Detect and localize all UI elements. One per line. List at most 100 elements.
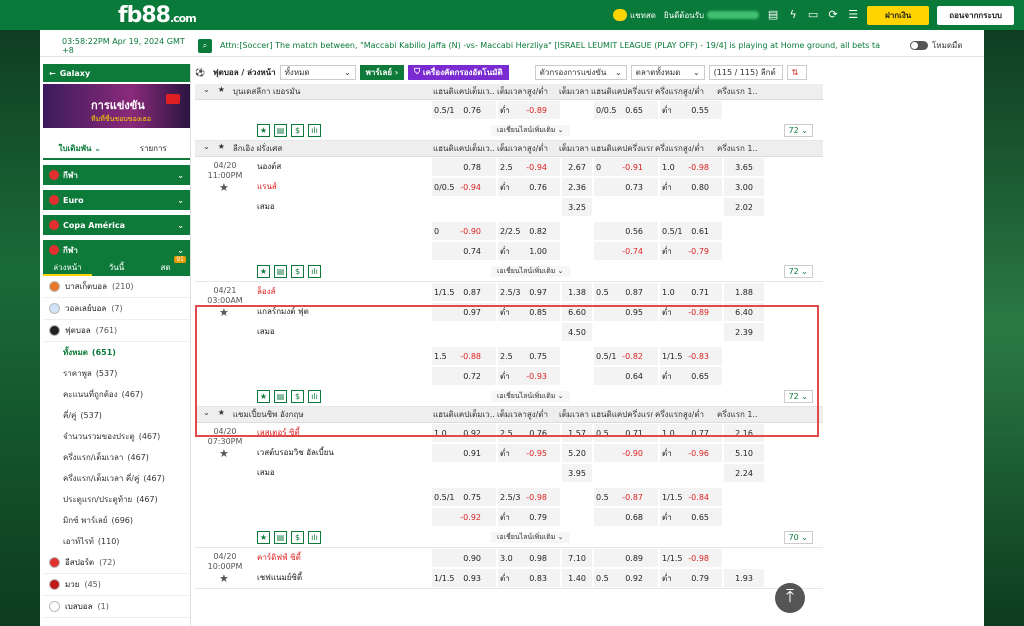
odds-cell[interactable]: 0.5 -0.87 <box>594 488 658 506</box>
odds-value[interactable]: 0.76 <box>460 106 484 115</box>
odds-value[interactable]: 5.20 <box>562 449 592 458</box>
odds-value[interactable]: 0.83 <box>526 574 550 583</box>
odds-cell[interactable]: 1.0 -0.98 <box>660 158 722 176</box>
odds-value[interactable]: 0.75 <box>526 352 550 361</box>
odds-value[interactable]: 0.92 <box>460 429 484 438</box>
odds-value[interactable]: 0.61 <box>688 227 712 236</box>
odds-cell[interactable]: 2.5/3 0.97 <box>498 283 560 301</box>
odds-value[interactable]: 0.87 <box>460 288 484 297</box>
odds-value[interactable]: -0.94 <box>526 163 550 172</box>
odds-cell[interactable]: 1/1.5 -0.83 <box>660 347 722 365</box>
odds-value[interactable]: 6.60 <box>562 308 592 317</box>
odds-cell[interactable] <box>724 347 764 365</box>
scroll-to-top-icon[interactable]: ⤒ <box>775 583 805 613</box>
odds-value[interactable]: 5.10 <box>724 449 764 458</box>
odds-cell[interactable]: 3.65 <box>724 158 764 176</box>
odds-value[interactable]: 0.92 <box>622 574 646 583</box>
cashout-icon[interactable]: $ <box>291 530 304 544</box>
odds-value[interactable]: -0.84 <box>688 493 712 502</box>
odds-cell[interactable]: 0.89 <box>594 549 658 567</box>
odds-cell[interactable]: 0.5 0.71 <box>594 424 658 442</box>
odds-cell[interactable]: 0.95 <box>594 303 658 321</box>
favorite-icon[interactable]: ★ <box>257 389 270 403</box>
sort-icon[interactable]: ⇅ <box>786 64 807 80</box>
league-select[interactable]: (115 / 115) ลีกต์ <box>708 64 783 80</box>
odds-cell[interactable]: 0 -0.91 <box>594 158 658 176</box>
odds-value[interactable]: -0.87 <box>622 493 646 502</box>
team-name[interactable]: เสมอ <box>257 322 431 342</box>
odds-value[interactable]: 1.88 <box>724 288 764 297</box>
odds-cell[interactable]: 2.02 <box>724 198 764 216</box>
odds-cell[interactable]: ต่ำ -0.95 <box>498 444 560 462</box>
odds-value[interactable]: 0.79 <box>526 513 550 522</box>
collapse-chevron-icon[interactable]: ⌄ <box>203 142 210 155</box>
odds-value[interactable]: 0.64 <box>622 372 646 381</box>
odds-cell[interactable]: 0.73 <box>594 178 658 196</box>
team-name[interactable]: เสมอ <box>257 463 431 483</box>
odds-cell[interactable]: ต่ำ 0.85 <box>498 303 560 321</box>
tab-today[interactable]: วันนี้ <box>92 260 141 276</box>
odds-cell[interactable]: 0.72 <box>432 367 496 385</box>
odds-value[interactable]: 0.65 <box>688 372 712 381</box>
odds-cell[interactable]: 1.93 <box>724 569 764 587</box>
chart-icon[interactable]: ılı <box>308 123 321 137</box>
favorite-star-icon[interactable]: ★ <box>219 447 229 460</box>
sport-item[interactable]: เบสบอล (1) <box>43 596 190 618</box>
odds-cell[interactable]: 0.68 <box>594 508 658 526</box>
odds-value[interactable]: 0.80 <box>688 183 712 192</box>
odds-cell[interactable]: 0/0.5 0.65 <box>594 101 658 119</box>
football-subitem[interactable]: คี่/คู่ (537) <box>43 405 190 426</box>
odds-value[interactable]: 3.65 <box>724 163 764 172</box>
odds-cell[interactable]: 1/1.5 0.87 <box>432 283 496 301</box>
galaxy-header[interactable]: ← Galaxy <box>43 64 190 82</box>
market-count-select[interactable]: 72 ⌄ <box>783 264 813 278</box>
statement-icon[interactable]: ▤ <box>767 9 779 21</box>
odds-cell[interactable]: 0 -0.90 <box>432 222 496 240</box>
odds-value[interactable]: 1.38 <box>562 288 592 297</box>
odds-cell[interactable] <box>724 367 764 385</box>
odds-cell[interactable]: 0.74 <box>432 242 496 260</box>
football-subitem[interactable]: จำนวนรวมของประตู (467) <box>43 426 190 447</box>
odds-value[interactable]: 7.10 <box>562 554 592 563</box>
odds-cell[interactable]: 3.0 0.98 <box>498 549 560 567</box>
market-select[interactable]: ตลาดทั้งหมด ⌄ <box>630 64 705 80</box>
odds-value[interactable]: -0.98 <box>688 554 712 563</box>
odds-value[interactable]: 0.77 <box>688 429 712 438</box>
odds-cell[interactable]: ต่ำ -0.79 <box>660 242 722 260</box>
odds-cell[interactable]: 3.95 <box>562 464 592 482</box>
odds-cell[interactable]: 1.0 0.92 <box>432 424 496 442</box>
odds-cell[interactable] <box>660 323 722 341</box>
odds-value[interactable]: -0.83 <box>688 352 712 361</box>
odds-cell[interactable]: 2.24 <box>724 464 764 482</box>
sidebar-category[interactable]: กีฬา ⌄ <box>43 165 190 185</box>
odds-cell[interactable]: 2.67 <box>562 158 592 176</box>
football-subitem[interactable]: มิกซ์ พาร์เลย์ (696) <box>43 510 190 531</box>
football-subitem[interactable]: ทั้งหมด (651) <box>43 342 190 363</box>
odds-cell[interactable]: ต่ำ -0.93 <box>498 367 560 385</box>
odds-value[interactable]: 0.75 <box>460 493 484 502</box>
chart-icon[interactable]: ılı <box>308 389 321 403</box>
favorite-star-icon[interactable]: ★ <box>219 572 229 585</box>
all-select[interactable]: ทั้งหมด ⌄ <box>279 64 356 80</box>
odds-cell[interactable]: 0.56 <box>594 222 658 240</box>
sidebar-category[interactable]: กีฬา ⌄ <box>43 240 190 260</box>
cashout-icon[interactable]: $ <box>291 264 304 278</box>
odds-cell[interactable] <box>724 242 764 260</box>
odds-cell[interactable]: 0.5/1 -0.82 <box>594 347 658 365</box>
odds-value[interactable]: -0.90 <box>460 227 484 236</box>
football-subitem[interactable]: ราคาพูล (537) <box>43 363 190 384</box>
match-filter-select[interactable]: ตัวกรองการแข่งขัน ⌄ <box>534 64 627 80</box>
odds-cell[interactable]: 1/1.5 0.93 <box>432 569 496 587</box>
stats-icon[interactable]: ▤ <box>274 264 287 278</box>
team-name[interactable]: แกลร์กมงต์ ฟุต <box>257 302 431 322</box>
refresh-icon[interactable]: ⟳ <box>827 9 839 21</box>
sport-item[interactable]: บาสเก็ตบอล (210) <box>43 276 190 298</box>
odds-value[interactable]: -0.74 <box>622 247 646 256</box>
odds-cell[interactable]: 1.40 <box>562 569 592 587</box>
stats-icon[interactable]: ▤ <box>274 530 287 544</box>
favorite-icon[interactable]: ★ <box>257 123 270 137</box>
odds-cell[interactable]: ต่ำ 0.79 <box>498 508 560 526</box>
favorite-icon[interactable]: ★ <box>257 530 270 544</box>
odds-value[interactable]: 0.98 <box>526 554 550 563</box>
odds-cell[interactable]: 1.0 0.71 <box>660 283 722 301</box>
